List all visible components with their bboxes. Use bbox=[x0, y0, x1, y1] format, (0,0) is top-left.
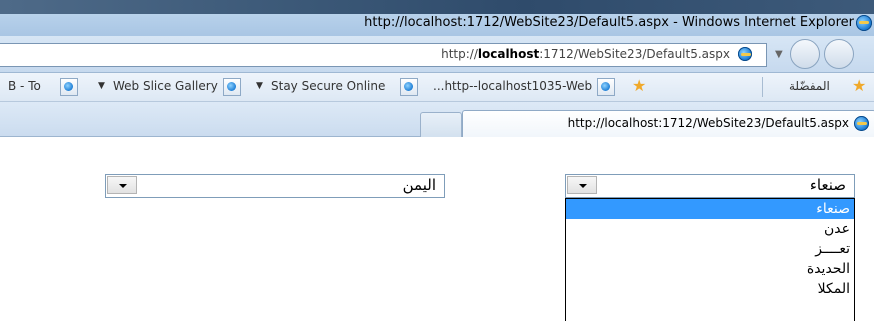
forward-button[interactable] bbox=[790, 39, 820, 69]
address-bar[interactable]: http://localhost:1712/WebSite23/Default5… bbox=[0, 43, 767, 67]
city-option[interactable]: المكلا bbox=[566, 279, 854, 299]
favorites-item-localhost[interactable]: ...http--localhost1035-Web bbox=[433, 79, 592, 93]
title-bar-shade bbox=[0, 0, 874, 14]
recent-pages-dropdown-icon[interactable]: ▼ bbox=[775, 49, 783, 60]
city-dropdown-list: صنعاء عدن تعــــز الحديدة المكلا bbox=[565, 198, 855, 321]
city-option[interactable]: عدن bbox=[566, 219, 854, 239]
favorites-item-web-slice-gallery[interactable]: Web Slice Gallery bbox=[113, 79, 218, 93]
page-icon bbox=[738, 47, 752, 61]
favorites-bar: B - To ▼ Web Slice Gallery ▼ Stay Secure… bbox=[0, 73, 874, 102]
address-url: http://localhost:1712/WebSite23/Default5… bbox=[441, 47, 730, 61]
ie-page-icon bbox=[597, 78, 615, 96]
favorites-dropdown-icon[interactable]: ▼ bbox=[98, 81, 105, 91]
ie-page-icon bbox=[400, 78, 418, 96]
city-option[interactable]: صنعاء bbox=[566, 199, 854, 219]
favorites-dropdown-icon[interactable]: ▼ bbox=[256, 81, 263, 91]
favorites-separator bbox=[762, 77, 763, 97]
city-dropdown-arrow-icon[interactable] bbox=[567, 176, 597, 194]
city-select[interactable]: صنعاء bbox=[565, 174, 855, 198]
tab-ie-icon bbox=[854, 116, 869, 131]
city-option[interactable]: الحديدة bbox=[566, 259, 854, 279]
favorites-star-icon[interactable]: ★ bbox=[852, 77, 870, 95]
city-option[interactable]: تعــــز bbox=[566, 239, 854, 259]
ie-page-icon bbox=[60, 78, 78, 96]
country-dropdown-arrow-icon[interactable] bbox=[107, 176, 137, 194]
ie-logo-icon bbox=[856, 15, 872, 31]
address-row: http://localhost:1712/WebSite23/Default5… bbox=[0, 36, 874, 73]
tab-row: http://localhost:1712/WebSite23/Default5… bbox=[0, 102, 874, 137]
tab-label: http://localhost:1712/WebSite23/Default5… bbox=[567, 116, 849, 130]
back-button[interactable] bbox=[824, 39, 854, 69]
country-select-value: اليمن bbox=[402, 176, 436, 194]
add-to-favorites-icon[interactable]: ★ bbox=[632, 77, 650, 95]
city-select-value: صنعاء bbox=[809, 176, 846, 194]
window-title: http://localhost:1712/WebSite23/Default5… bbox=[364, 15, 854, 30]
window-title-bar: http://localhost:1712/WebSite23/Default5… bbox=[0, 0, 874, 36]
favorites-button-label[interactable]: المفضّلة bbox=[789, 79, 830, 93]
new-tab-button[interactable] bbox=[420, 112, 462, 137]
favorites-item-stay-secure-online[interactable]: Stay Secure Online bbox=[271, 79, 385, 93]
country-select[interactable]: اليمن bbox=[105, 174, 445, 198]
favorites-item-btot[interactable]: B - To bbox=[8, 79, 41, 93]
tab-active[interactable]: http://localhost:1712/WebSite23/Default5… bbox=[462, 110, 874, 137]
ie-page-icon bbox=[223, 78, 241, 96]
